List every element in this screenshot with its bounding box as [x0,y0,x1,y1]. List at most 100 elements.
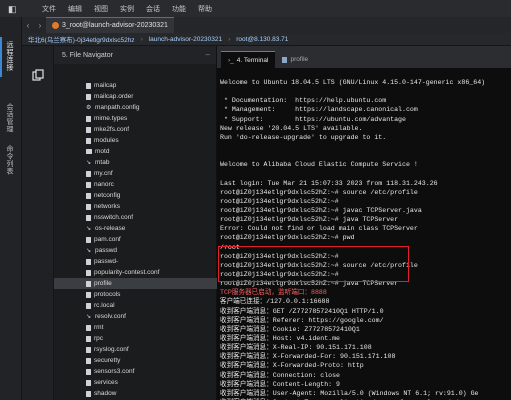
file-icon [86,335,91,342]
file-item[interactable]: my.cnf [54,168,217,179]
menu-edit[interactable]: 编辑 [68,4,82,14]
chevron-left-icon[interactable]: ‹ [22,17,34,33]
menu-session[interactable]: 会话 [146,4,160,14]
menu-bar: ◧ 文件 编辑 视图 实例 会话 功能 帮助 [0,0,511,17]
tab-profile-label: profile [290,56,309,63]
file-icon [86,82,91,89]
file-item[interactable]: services [54,377,217,388]
file-item[interactable]: rmt [54,322,217,333]
file-item[interactable]: mke2fs.conf [54,124,217,135]
terminal-output[interactable]: Welcome to Ubuntu 18.04.5 LTS (GNU/Linux… [220,78,510,400]
activity-session-manage[interactable]: 会话管理 [4,103,14,133]
breadcrumb-region[interactable]: 华北6(乌兰察布)-0j34etlgr9dxlsc52hz [28,34,135,44]
terminal-line: /root [220,243,240,251]
activity-remote-connect[interactable]: 远程连接 [4,41,14,71]
file-item[interactable]: securetty [54,355,217,366]
tab-profile[interactable]: profile [275,51,315,68]
file-icon [86,379,91,386]
tab-terminal[interactable]: ›_ 4. Terminal [221,51,276,68]
breadcrumb-instance[interactable]: launch-advisor-20230321 [149,36,222,43]
file-item[interactable]: mailcap [54,80,217,91]
link-icon: ↘ [86,159,92,166]
active-marker [0,37,2,77]
file-item[interactable]: mime.types [54,113,217,124]
file-item[interactable]: mailcap.order [54,91,217,102]
file-item[interactable]: shadow [54,388,217,399]
file-item[interactable]: nanorc [54,179,217,190]
file-item-label: rpc [94,335,104,342]
terminal-line: root@iZ0j134etlgr9dxlsc52hZ:~# [220,270,339,278]
chevron-right-icon[interactable]: › [34,17,46,33]
file-icon [86,357,91,364]
file-item-label: nsswitch.conf [94,214,134,221]
breadcrumb-separator: › [140,35,143,43]
terminal-line: 收到客户端消息：Content-Length: 9 [220,380,341,388]
menu-view[interactable]: 视图 [94,4,108,14]
file-item-label: passwd [95,247,118,254]
file-item[interactable]: profile [54,278,217,289]
terminal-line: TCP服务器已启动，监听端口：8888 [220,289,327,297]
file-item[interactable]: rc.local [54,300,217,311]
terminal-icon: ›_ [228,56,234,64]
menu-features[interactable]: 功能 [172,4,186,14]
file-item-label: my.cnf [94,170,113,177]
file-item-label: manpath.config [95,104,140,111]
file-item-label: services [94,379,118,386]
file-icon [86,126,91,133]
file-item-label: sensors3.conf [94,368,135,375]
file-item-label: securetty [94,357,121,364]
file-item[interactable]: networks [54,201,217,212]
file-item[interactable]: nsswitch.conf [54,212,217,223]
activity-bar: 远程连接 会话管理 命令列表 [0,17,22,400]
file-item[interactable]: sensors3.conf [54,366,217,377]
file-item[interactable]: protocols [54,289,217,300]
terminal-line: 收到客户端消息：X-Forwarded-Proto: http [220,362,364,370]
breadcrumb-host[interactable]: root@8.130.83.71 [236,36,288,43]
file-item[interactable]: netconfig [54,190,217,201]
terminal-line: 收到客户端消息：Connection: close [220,371,341,379]
file-item-label: resolv.conf [95,313,126,320]
file-item-label: rc.local [94,302,115,309]
terminal-line: root@iZ0j134etlgr9dxlsc52hZ:~# java TCPS… [220,216,399,224]
file-item[interactable]: popularity-contest.conf [54,267,217,278]
file-icon [86,280,91,287]
file-item[interactable]: ↘ mtab [54,157,217,168]
file-item[interactable]: modules [54,135,217,146]
terminal-line: * Management: https://landscape.canonica… [220,106,418,114]
file-item[interactable]: ↘ os-release [54,223,217,234]
file-item[interactable]: rsyslog.conf [54,344,217,355]
file-item[interactable]: pam.conf [54,234,217,245]
file-item[interactable]: ↘ passwd [54,245,217,256]
file-icon [86,93,91,100]
warning-icon [52,22,59,29]
file-navigator-header: 5. File Navigator – [54,46,216,64]
file-item[interactable]: ↘ resolv.conf [54,311,217,322]
menu-file[interactable]: 文件 [42,4,56,14]
menu-help[interactable]: 帮助 [198,4,212,14]
file-item-label: pam.conf [94,236,121,243]
minimize-icon[interactable]: – [206,50,210,59]
file-item-label: modules [94,137,119,144]
file-icon [86,291,91,298]
terminal-line: * Support: https://ubuntu.com/advantage [220,115,406,123]
terminal-line: root@iZ0j134etlgr9dxlsc52hZ:~# source /e… [220,188,418,196]
session-tab[interactable]: 3_root@launch-advisor-20230321 [46,17,174,33]
file-item[interactable]: rpc [54,333,217,344]
file-item-label: motd [95,148,110,155]
editor-tabs: ›_ 4. Terminal profile [217,46,511,68]
file-navigator: 5. File Navigator – mailcap mailcap.order… [54,46,217,400]
file-icon [86,390,91,397]
file-item[interactable]: ⚙ manpath.config [54,102,217,113]
file-navigator-title: 5. File Navigator [62,51,113,59]
terminal-line: New release '20.04.5 LTS' available. [220,124,363,132]
link-icon: ↘ [86,313,92,320]
menu-instance[interactable]: 实例 [120,4,134,14]
copy-icon[interactable] [32,69,44,81]
terminal-line: Welcome to Ubuntu 18.04.5 LTS (GNU/Linux… [220,79,486,86]
file-icon [86,192,91,199]
terminal-line: Run 'do-release-upgrade' to upgrade to i… [220,133,387,141]
file-item[interactable]: passwd- [54,256,217,267]
file-item[interactable]: motd [54,146,217,157]
activity-command-list[interactable]: 命令列表 [4,145,14,175]
